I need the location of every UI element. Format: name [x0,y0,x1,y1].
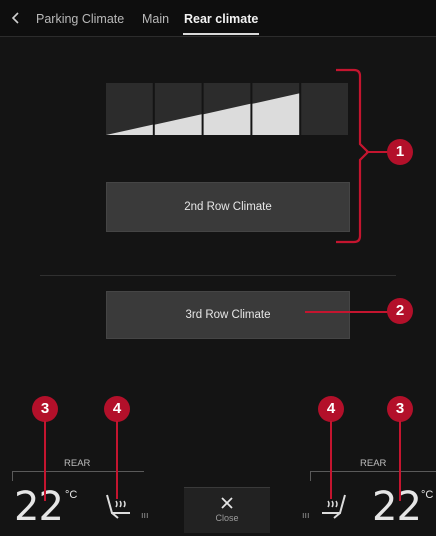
callout-4-right-leader [330,421,332,499]
callout-4-right: 4 [318,396,344,422]
callout-1-leader [366,151,388,153]
right-temperature[interactable]: 22 [372,484,422,530]
callout-3-left: 3 [32,396,58,422]
callout-3-left-leader [44,421,46,501]
right-seat-heat-level: ııı [302,510,310,520]
callout-4-left-leader [116,421,118,499]
rear-climate-screen: Parking Climate Main Rear climate 2nd Ro… [0,0,436,536]
callout-3-right-leader [399,421,401,501]
left-temperature-unit: °C [65,489,78,501]
active-tab-indicator [183,33,259,35]
fan-level-slider[interactable] [106,83,350,135]
third-row-climate-button[interactable]: 3rd Row Climate [106,291,350,339]
close-label: Close [215,513,239,523]
tab-bar: Parking Climate Main Rear climate [0,0,436,37]
rear-left-tick [12,471,13,481]
callout-1: 1 [387,139,413,165]
callout-4-left: 4 [104,396,130,422]
close-icon [221,497,233,509]
chevron-left-icon[interactable] [9,10,23,26]
second-row-climate-button[interactable]: 2nd Row Climate [106,182,350,232]
rear-right-tick [310,471,311,481]
rear-right-label: REAR [360,458,387,469]
callout-2-leader [305,311,389,313]
callout-bracket [336,68,370,244]
section-divider [40,275,396,276]
tab-main[interactable]: Main [142,12,169,26]
rear-left-label: REAR [64,458,91,469]
right-temperature-unit: °C [421,489,434,501]
close-button[interactable]: Close [184,487,270,533]
rear-right-divider [310,471,436,472]
rear-left-divider [12,471,144,472]
callout-3-right: 3 [387,396,413,422]
tab-parking-climate[interactable]: Parking Climate [36,12,124,26]
left-temperature[interactable]: 22 [14,484,64,530]
left-seat-heat-level: ııı [141,510,149,520]
heated-seat-icon[interactable] [104,491,134,521]
tab-rear-climate[interactable]: Rear climate [184,12,258,26]
callout-2: 2 [387,298,413,324]
heated-seat-icon[interactable] [318,491,348,521]
